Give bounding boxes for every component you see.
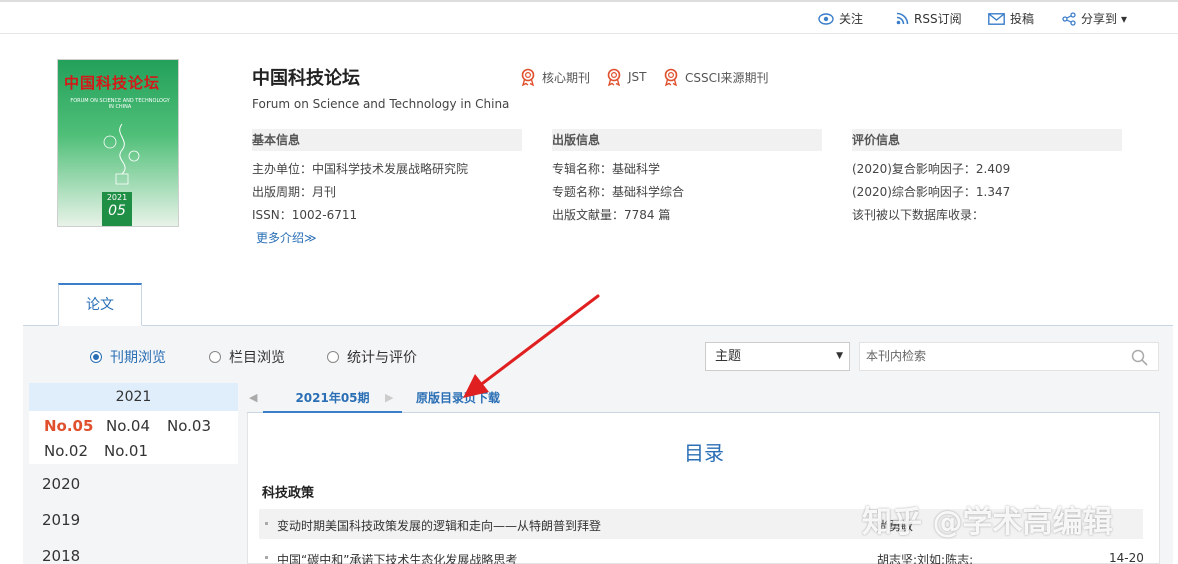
follow-label: 关注 bbox=[839, 12, 864, 26]
pub-info-row: 专题名称：基础科学综合 bbox=[552, 185, 685, 199]
radio-issue-browse[interactable]: 刊期浏览 bbox=[90, 347, 166, 367]
dropdown-arrow-icon: ▼ bbox=[836, 351, 843, 361]
tab-papers[interactable]: 论文 bbox=[58, 283, 142, 326]
issue-no05[interactable]: No.05 bbox=[44, 417, 93, 435]
cover-subtitle: FORUM ON SCIENCE AND TECHNOLOGY IN CHINA bbox=[70, 98, 170, 110]
issue-no02[interactable]: No.02 bbox=[44, 442, 88, 460]
badge-jst: JST bbox=[606, 68, 647, 86]
toc-title: 目录 bbox=[684, 441, 724, 465]
radio-statistics[interactable]: 统计与评价 bbox=[327, 347, 417, 367]
cover-illustration bbox=[103, 123, 140, 185]
section-title: 科技政策 bbox=[262, 486, 315, 501]
cover-title: 中国科技论坛 bbox=[64, 74, 161, 92]
award-icon bbox=[521, 68, 535, 86]
radio-label: 刊期浏览 bbox=[110, 350, 166, 366]
search-field-select[interactable]: 主题 ▼ bbox=[705, 342, 850, 371]
award-icon bbox=[607, 68, 621, 86]
badge-label: JST bbox=[628, 70, 647, 84]
next-issue-icon[interactable]: ▶ bbox=[385, 391, 393, 404]
cover-year: 2021 bbox=[106, 193, 128, 202]
search-input[interactable]: 本刊内检索 bbox=[859, 342, 1159, 371]
radio-checked-icon bbox=[90, 351, 102, 363]
chevron-down-icon: ▾ bbox=[1121, 11, 1128, 26]
journal-cover[interactable]: 中国科技论坛 FORUM ON SCIENCE AND TECHNOLOGY I… bbox=[57, 59, 179, 227]
basic-info-title: 基本信息 bbox=[252, 133, 301, 147]
submit-label: 投稿 bbox=[1010, 12, 1035, 26]
issue-no04[interactable]: No.04 bbox=[106, 417, 150, 435]
issue-no01[interactable]: No.01 bbox=[104, 442, 148, 460]
award-icon bbox=[664, 68, 678, 86]
share-button[interactable]: 分享到 ▾ bbox=[1062, 10, 1127, 27]
journal-title-en: Forum on Science and Technology in China bbox=[252, 97, 510, 111]
radio-unchecked-icon bbox=[209, 351, 221, 363]
search-placeholder: 本刊内检索 bbox=[866, 349, 927, 363]
rss-link[interactable]: RSS订阅 bbox=[896, 10, 962, 27]
bullet-icon bbox=[265, 556, 268, 559]
year-2021-header[interactable]: 2021 bbox=[29, 383, 238, 411]
watermark: 知乎 @学术高编辑 bbox=[862, 505, 1113, 540]
eval-info-title: 评价信息 bbox=[852, 133, 901, 147]
share-label: 分享到 bbox=[1081, 12, 1118, 26]
more-intro-link[interactable]: 更多介绍≫ bbox=[256, 229, 317, 246]
pub-info-title: 出版信息 bbox=[552, 133, 601, 147]
article-pages: 14-20 bbox=[1109, 551, 1144, 564]
journal-title: 中国科技论坛 bbox=[252, 68, 360, 89]
follow-link[interactable]: 关注 bbox=[818, 10, 863, 27]
issue-no03[interactable]: No.03 bbox=[167, 417, 211, 435]
tab-current-issue[interactable]: 2021年05期 bbox=[263, 383, 402, 413]
radio-label: 统计与评价 bbox=[347, 350, 417, 366]
pub-info-row: 出版文献量：7784 篇 bbox=[552, 208, 671, 222]
red-annotation-arrow bbox=[463, 294, 600, 398]
eye-icon bbox=[818, 12, 834, 25]
article-title[interactable]: 中国“碳中和”承诺下技术生态化发展战略思考 bbox=[277, 551, 517, 564]
pub-info-heading: 出版信息 bbox=[552, 129, 822, 151]
cover-issue-box: 2021 05 bbox=[102, 192, 132, 226]
year-2018[interactable]: 2018 bbox=[42, 547, 80, 564]
article-authors[interactable]: 胡志坚;刘如;陈志; bbox=[877, 551, 973, 564]
rss-label: RSS订阅 bbox=[914, 12, 962, 26]
prev-issue-icon[interactable]: ◀ bbox=[249, 391, 257, 404]
radio-label: 栏目浏览 bbox=[229, 350, 285, 366]
badge-label: CSSCI来源期刊 bbox=[685, 70, 769, 85]
eval-info-row: (2020)综合影响因子：1.347 bbox=[852, 185, 1011, 199]
rss-icon bbox=[896, 12, 909, 25]
eval-info-row: (2020)复合影响因子：2.409 bbox=[852, 162, 1011, 176]
basic-info-row: ISSN：1002-6711 bbox=[252, 208, 358, 222]
badge-core: 核心期刊 bbox=[520, 68, 590, 86]
basic-info-heading: 基本信息 bbox=[252, 129, 522, 151]
bullet-icon bbox=[265, 522, 268, 525]
article-title[interactable]: 变动时期美国科技政策发展的逻辑和走向——从特朗普到拜登 bbox=[277, 517, 601, 534]
year-2019[interactable]: 2019 bbox=[42, 511, 80, 529]
badge-cssci: CSSCI来源期刊 bbox=[663, 68, 769, 86]
eval-info-heading: 评价信息 bbox=[852, 129, 1122, 151]
year-2020[interactable]: 2020 bbox=[42, 475, 80, 493]
submit-link[interactable]: 投稿 bbox=[988, 10, 1034, 27]
eval-info-row: 该刊被以下数据库收录： bbox=[852, 208, 985, 222]
search-icon[interactable] bbox=[1131, 349, 1148, 366]
radio-column-browse[interactable]: 栏目浏览 bbox=[209, 347, 285, 367]
share-icon bbox=[1062, 11, 1076, 26]
basic-info-row: 出版周期：月刊 bbox=[252, 185, 337, 199]
toc-content bbox=[247, 413, 1160, 564]
pub-info-row: 专辑名称：基础科学 bbox=[552, 162, 661, 176]
select-value: 主题 bbox=[715, 349, 742, 364]
basic-info-row: 主办单位：中国科学技术发展战略研究院 bbox=[252, 162, 469, 176]
badge-label: 核心期刊 bbox=[542, 70, 591, 85]
envelope-icon bbox=[988, 12, 1005, 25]
cover-issue: 05 bbox=[108, 203, 126, 219]
radio-unchecked-icon bbox=[327, 351, 339, 363]
